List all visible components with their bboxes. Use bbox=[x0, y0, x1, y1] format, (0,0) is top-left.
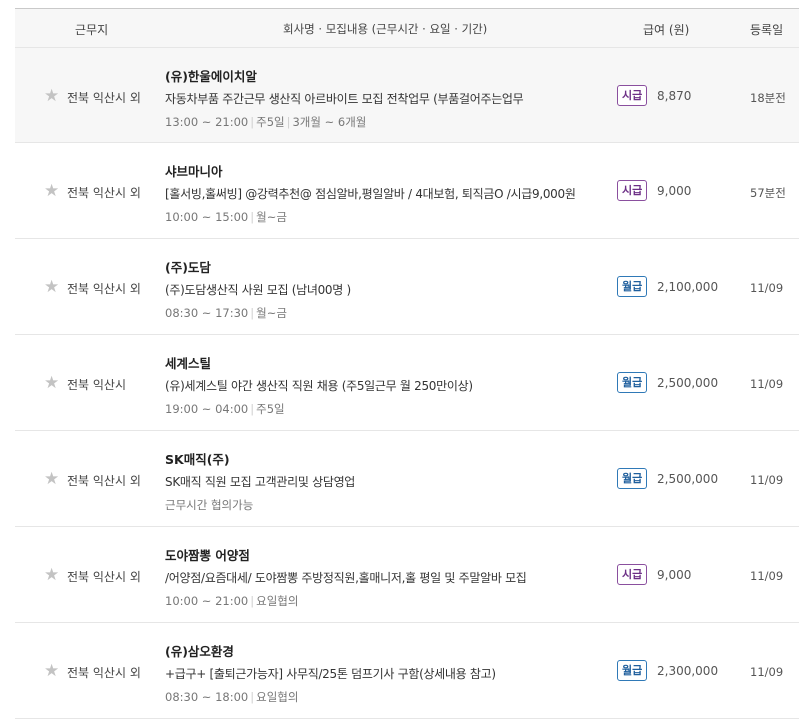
meta-item: 3개월 ~ 6개월 bbox=[292, 115, 367, 129]
header-date: 등록일 bbox=[750, 23, 784, 37]
meta-item: 08:30 ~ 18:00 bbox=[165, 690, 249, 704]
table-row[interactable]: ★ 전북 익산시 세계스틸 (유)세계스틸 야간 생산직 직원 채용 (주5일근무 월… bbox=[15, 335, 799, 431]
posted-date: 11/09 bbox=[750, 281, 784, 295]
meta-item: 주5일 bbox=[256, 115, 285, 129]
header-pay: 급여 (원) bbox=[643, 23, 690, 37]
job-meta: 근무시간 협의가능 bbox=[165, 497, 253, 513]
job-meta: 08:30 ~ 18:00 | 요일협의 bbox=[165, 689, 298, 705]
job-title-link[interactable]: +급구+ [출퇴근가능자] 사무직/25톤 덤프기사 구함(상세내용 참고) bbox=[165, 665, 496, 682]
wage-amount: 2,500,000 bbox=[657, 376, 719, 390]
meta-separator: | bbox=[250, 594, 255, 608]
meta-separator: | bbox=[250, 115, 255, 129]
star-icon[interactable]: ★ bbox=[44, 279, 61, 296]
location-text: 전북 익산시 외 bbox=[67, 186, 141, 200]
company-name-link[interactable]: SK매직(주) bbox=[165, 449, 230, 468]
meta-item: 월~금 bbox=[256, 210, 287, 224]
wage-amount: 2,500,000 bbox=[657, 472, 719, 486]
pay-type-badge: 월급 bbox=[617, 468, 648, 489]
header-company: 회사명 · 모집내용 (근무시간 · 요일 · 기간) bbox=[283, 22, 488, 36]
star-icon[interactable]: ★ bbox=[44, 663, 61, 680]
posted-date: 11/09 bbox=[750, 665, 784, 679]
table-header: 근무지 회사명 · 모집내용 (근무시간 · 요일 · 기간) 급여 (원) 등… bbox=[15, 8, 799, 48]
posted-date: 57분전 bbox=[750, 186, 786, 200]
job-meta: 10:00 ~ 21:00 | 요일협의 bbox=[165, 593, 298, 609]
job-meta: 13:00 ~ 21:00 | 주5일 | 3개월 ~ 6개월 bbox=[165, 114, 366, 130]
location-text: 전북 익산시 외 bbox=[67, 282, 141, 296]
meta-separator: | bbox=[250, 690, 255, 704]
meta-item: 월~금 bbox=[256, 306, 287, 320]
wage-amount: 9,000 bbox=[657, 568, 692, 582]
posted-date: 11/09 bbox=[750, 377, 784, 391]
job-title-link[interactable]: SK매직 직원 모집 고객관리및 상담영업 bbox=[165, 473, 355, 490]
company-name-link[interactable]: 세계스틸 bbox=[165, 353, 211, 372]
wage-amount: 8,870 bbox=[657, 89, 692, 103]
location-text: 전북 익산시 외 bbox=[67, 570, 141, 584]
wage-amount: 2,100,000 bbox=[657, 280, 719, 294]
meta-item: 요일협의 bbox=[256, 594, 299, 608]
posted-date: 11/09 bbox=[750, 569, 784, 583]
job-meta: 10:00 ~ 15:00 | 월~금 bbox=[165, 209, 287, 225]
star-icon[interactable]: ★ bbox=[44, 88, 61, 105]
star-icon[interactable]: ★ bbox=[44, 183, 61, 200]
star-icon[interactable]: ★ bbox=[44, 471, 61, 488]
company-name-link[interactable]: 샤브마니아 bbox=[165, 161, 223, 180]
company-name-link[interactable]: (유)한울에이치알 bbox=[165, 66, 257, 85]
star-icon[interactable]: ★ bbox=[44, 375, 61, 392]
job-title-link[interactable]: (유)세계스틸 야간 생산직 직원 채용 (주5일근무 월 250만이상) bbox=[165, 377, 473, 394]
location-text: 전북 익산시 외 bbox=[67, 666, 141, 680]
meta-item: 주5일 bbox=[256, 402, 285, 416]
table-row[interactable]: ★ 전북 익산시 외 (유)한울에이치알자동차부품 주간근무 생산직 아르바이트 모… bbox=[15, 48, 799, 143]
pay-type-badge: 월급 bbox=[617, 372, 648, 393]
table-row[interactable]: ★ 전북 익산시 외 (주)도담 (주)도담생산직 사원 모집 (남녀00명 ) 08:… bbox=[15, 239, 799, 335]
job-listing-table: 근무지 회사명 · 모집내용 (근무시간 · 요일 · 기간) 급여 (원) 등… bbox=[15, 8, 799, 719]
meta-separator: | bbox=[250, 210, 255, 224]
table-row[interactable]: ★ 전북 익산시 외 (유)삼오환경 +급구+ [출퇴근가능자] 사무직/25톤 덤프… bbox=[15, 623, 799, 719]
meta-separator: | bbox=[250, 402, 255, 416]
posted-date: 18분전 bbox=[750, 91, 786, 105]
job-title-link[interactable]: (주)도담생산직 사원 모집 (남녀00명 ) bbox=[165, 281, 351, 298]
meta-item: 08:30 ~ 17:30 bbox=[165, 306, 249, 320]
meta-item: 요일협의 bbox=[256, 690, 299, 704]
posted-date: 11/09 bbox=[750, 473, 784, 487]
meta-item: 10:00 ~ 15:00 bbox=[165, 210, 249, 224]
pay-type-badge: 월급 bbox=[617, 276, 648, 297]
pay-type-badge: 시급 bbox=[617, 85, 648, 106]
location-text: 전북 익산시 외 bbox=[67, 474, 141, 488]
pay-type-badge: 시급 bbox=[617, 564, 648, 585]
job-title-link[interactable]: /어양점/요즘대세/ 도야짬뽕 주방정직원,홀매니저,홀 평일 및 주말알바 모… bbox=[165, 569, 527, 586]
meta-separator: | bbox=[286, 115, 291, 129]
meta-item: 19:00 ~ 04:00 bbox=[165, 402, 249, 416]
wage-amount: 2,300,000 bbox=[657, 664, 719, 678]
job-meta: 08:30 ~ 17:30 | 월~금 bbox=[165, 305, 287, 321]
job-title-link[interactable]: 자동차부품 주간근무 생산직 아르바이트 모집 전착업무 (부품걸어주는업무 bbox=[165, 90, 524, 107]
header-location: 근무지 bbox=[75, 23, 109, 37]
table-row[interactable]: ★ 전북 익산시 외 샤브마니아 [홀서빙,홀써빙] @강력추천@ 점심알바,평일알바… bbox=[15, 143, 799, 239]
job-title-link[interactable]: [홀서빙,홀써빙] @강력추천@ 점심알바,평일알바 / 4대보험, 퇴직금O … bbox=[165, 185, 576, 202]
meta-item: 13:00 ~ 21:00 bbox=[165, 115, 249, 129]
meta-item: 10:00 ~ 21:00 bbox=[165, 594, 249, 608]
star-icon[interactable]: ★ bbox=[44, 567, 61, 584]
location-text: 전북 익산시 외 bbox=[67, 91, 141, 105]
company-name-link[interactable]: 도야짬뽕 어양점 bbox=[165, 545, 250, 564]
table-row[interactable]: ★ 전북 익산시 외 도야짬뽕 어양점/어양점/요즘대세/ 도야짬뽕 주방정직원,홀… bbox=[15, 527, 799, 623]
job-meta: 19:00 ~ 04:00 | 주5일 bbox=[165, 401, 285, 417]
table-row[interactable]: ★ 전북 익산시 외 SK매직(주) SK매직 직원 모집 고객관리및 상담영업근무시… bbox=[15, 431, 799, 527]
pay-type-badge: 월급 bbox=[617, 660, 648, 681]
meta-separator: | bbox=[250, 306, 255, 320]
company-name-link[interactable]: (주)도담 bbox=[165, 257, 211, 276]
pay-type-badge: 시급 bbox=[617, 180, 648, 201]
wage-amount: 9,000 bbox=[657, 184, 692, 198]
company-name-link[interactable]: (유)삼오환경 bbox=[165, 641, 234, 660]
location-text: 전북 익산시 bbox=[67, 378, 127, 392]
meta-item: 근무시간 협의가능 bbox=[165, 498, 254, 512]
